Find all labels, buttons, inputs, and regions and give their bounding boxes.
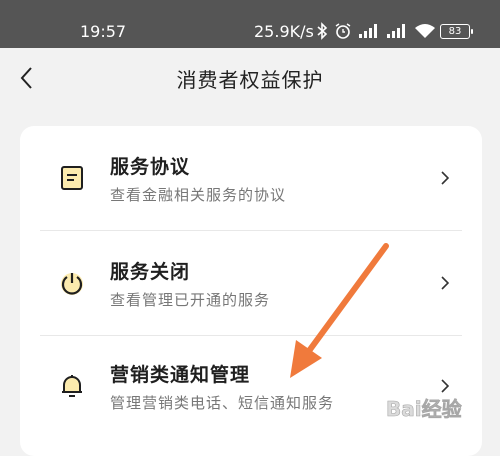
battery-indicator: 83 [440,24,473,39]
menu-item-service-close[interactable]: 服务关闭 查看管理已开通的服务 [20,231,482,335]
menu-item-title: 服务关闭 [110,261,191,283]
page-title: 消费者权益保护 [176,68,324,92]
wifi-icon [415,24,435,38]
watermark-logo: Bai经验 [384,388,494,428]
signal-icon [387,24,405,38]
menu-item-title: 服务协议 [110,156,191,178]
status-icons [316,20,436,42]
status-bar: 19:57 25.9K/s 83 [0,0,500,48]
menu-item-desc: 管理营销类电话、短信通知服务 [110,394,335,412]
alarm-icon [335,23,351,39]
document-icon [58,164,86,192]
menu-item-title: 营销类通知管理 [110,364,251,386]
status-net-speed: 25.9K/s [254,22,314,41]
chevron-right-icon [438,168,452,188]
watermark-text: Bai经验 [386,397,462,421]
bell-icon [58,372,86,400]
status-time: 19:57 [80,22,127,41]
menu-item-desc: 查看金融相关服务的协议 [110,186,287,204]
menu-item-desc: 查看管理已开通的服务 [110,291,271,309]
signal-icon [359,24,377,38]
navigation-bar: 消费者权益保护 [0,48,500,108]
power-icon [58,269,86,297]
menu-item-service-agreement[interactable]: 服务协议 查看金融相关服务的协议 [20,126,482,230]
bluetooth-icon [317,22,328,40]
chevron-right-icon [438,273,452,293]
